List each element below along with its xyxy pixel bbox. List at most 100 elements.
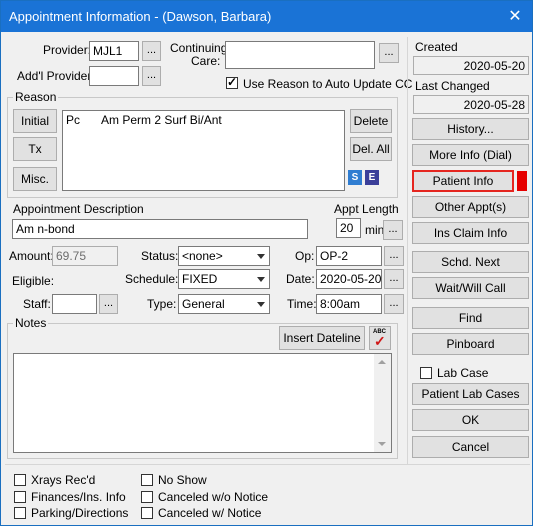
appt-length-button[interactable]: ...	[383, 220, 403, 240]
cancel-button[interactable]: Cancel	[412, 436, 529, 458]
continuing-care-label-2: Care:	[191, 54, 221, 68]
xrays-label: Xrays Rec'd	[31, 473, 96, 487]
status-value: <none>	[182, 249, 223, 263]
reason-group-label: Reason	[13, 90, 59, 104]
patient-alert-flag	[517, 171, 527, 191]
window-title: Appointment Information - (Dawson, Barba…	[9, 9, 272, 24]
created-value: 2020-05-20	[413, 56, 529, 75]
lab-case-label: Lab Case	[437, 366, 489, 380]
finances-checkbox[interactable]	[14, 491, 26, 503]
misc-button[interactable]: Misc.	[13, 167, 57, 191]
schedule-label: Schedule:	[125, 272, 179, 286]
finances-label: Finances/Ins. Info	[31, 490, 126, 504]
last-changed-value: 2020-05-28	[413, 95, 529, 114]
ok-button[interactable]: OK	[412, 409, 529, 431]
time-label: Time:	[287, 297, 317, 311]
parking-label: Parking/Directions	[31, 506, 129, 520]
provider-field[interactable]: MJL1	[89, 41, 139, 61]
appointment-window: Appointment Information - (Dawson, Barba…	[0, 0, 533, 526]
reason-description: Am Perm 2 Surf Bi/Ant	[101, 113, 222, 127]
use-reason-label: Use Reason to Auto Update CC	[243, 77, 413, 91]
more-info-button[interactable]: More Info (Dial)	[412, 144, 529, 166]
date-field[interactable]: 2020-05-20	[316, 269, 382, 289]
right-panel-divider	[407, 37, 408, 465]
initial-button[interactable]: Initial	[13, 109, 57, 133]
find-button[interactable]: Find	[412, 307, 529, 329]
spell-check-button[interactable]: ABC ✓	[369, 326, 391, 350]
chevron-down-icon[interactable]	[253, 295, 269, 313]
type-select[interactable]: General	[178, 294, 270, 314]
title-bar[interactable]: Appointment Information - (Dawson, Barba…	[1, 1, 532, 32]
provider-lookup-button[interactable]: ...	[142, 41, 161, 61]
reason-list[interactable]: Pc Am Perm 2 Surf Bi/Ant	[62, 110, 345, 191]
canceled-wo-notice-checkbox[interactable]	[141, 491, 153, 503]
patient-lab-cases-button[interactable]: Patient Lab Cases	[412, 383, 529, 405]
canceled-w-notice-label: Canceled w/ Notice	[158, 506, 262, 520]
scroll-up-icon[interactable]	[374, 354, 391, 370]
staff-label: Staff:	[23, 297, 51, 311]
canceled-wo-notice-label: Canceled w/o Notice	[158, 490, 269, 504]
addl-provider-lookup-button[interactable]: ...	[142, 66, 161, 86]
no-show-checkbox[interactable]	[141, 474, 153, 486]
schedule-value: FIXED	[182, 272, 218, 286]
continuing-care-field[interactable]	[225, 41, 375, 69]
schedule-select[interactable]: FIXED	[178, 269, 270, 289]
appt-length-unit: min	[365, 223, 385, 237]
appt-length-field[interactable]: 20	[336, 218, 361, 238]
parking-checkbox[interactable]	[14, 507, 26, 519]
amount-label: Amount:	[9, 249, 54, 263]
scroll-down-icon[interactable]	[374, 436, 391, 452]
wait-will-call-button[interactable]: Wait/Will Call	[412, 277, 529, 299]
notes-scrollbar[interactable]	[374, 354, 391, 452]
check-icon: ✓	[374, 333, 386, 349]
patient-info-button[interactable]: Patient Info	[412, 170, 514, 192]
bottom-divider	[5, 464, 530, 465]
s-icon[interactable]: S	[348, 170, 362, 185]
status-select[interactable]: <none>	[178, 246, 270, 266]
lab-case-checkbox[interactable]	[420, 367, 432, 379]
date-label: Date:	[286, 272, 315, 286]
appt-length-label: Appt Length	[334, 202, 399, 216]
amount-field: 69.75	[52, 246, 118, 266]
appt-description-field[interactable]: Am n-bond	[12, 219, 308, 239]
last-changed-label: Last Changed	[415, 79, 490, 93]
canceled-w-notice-checkbox[interactable]	[141, 507, 153, 519]
time-lookup-button[interactable]: ...	[384, 294, 404, 314]
time-field[interactable]: 8:00am	[316, 294, 382, 314]
chevron-down-icon[interactable]	[253, 270, 269, 288]
close-icon[interactable]: ✕	[498, 1, 532, 32]
type-label: Type:	[147, 297, 177, 311]
chevron-down-icon[interactable]	[253, 247, 269, 265]
insert-dateline-button[interactable]: Insert Dateline	[279, 326, 365, 350]
provider-label: Provider:	[43, 43, 92, 57]
eligible-label: Eligible:	[12, 274, 55, 288]
appt-description-label: Appointment Description	[13, 202, 144, 216]
pinboard-button[interactable]: Pinboard	[412, 333, 529, 355]
date-lookup-button[interactable]: ...	[384, 269, 404, 289]
other-appts-button[interactable]: Other Appt(s)	[412, 196, 529, 218]
op-label: Op:	[295, 249, 315, 263]
xrays-checkbox[interactable]	[14, 474, 26, 486]
op-field[interactable]: OP-2	[316, 246, 382, 266]
use-reason-checkbox[interactable]	[226, 75, 238, 89]
continuing-care-label-1: Continuing	[170, 41, 228, 55]
addl-provider-field[interactable]	[89, 66, 139, 86]
history-button[interactable]: History...	[412, 118, 529, 140]
reason-code: Pc	[66, 113, 81, 127]
notes-textarea[interactable]	[13, 353, 392, 453]
ins-claim-button[interactable]: Ins Claim Info	[412, 222, 529, 244]
staff-lookup-button[interactable]: ...	[99, 294, 118, 314]
op-lookup-button[interactable]: ...	[384, 246, 404, 266]
e-icon[interactable]: E	[365, 170, 379, 185]
delete-all-button[interactable]: Del. All	[350, 137, 392, 161]
addl-provider-label: Add'l Provider:	[17, 69, 95, 83]
type-value: General	[182, 297, 225, 311]
staff-field[interactable]	[52, 294, 97, 314]
continuing-care-lookup-button[interactable]: ...	[379, 43, 399, 63]
tx-button[interactable]: Tx	[13, 137, 57, 161]
delete-button[interactable]: Delete	[350, 109, 392, 133]
list-item[interactable]: Pc Am Perm 2 Surf Bi/Ant	[66, 113, 336, 129]
status-label: Status:	[141, 249, 179, 263]
created-label: Created	[415, 40, 458, 54]
schd-next-button[interactable]: Schd. Next	[412, 251, 529, 273]
